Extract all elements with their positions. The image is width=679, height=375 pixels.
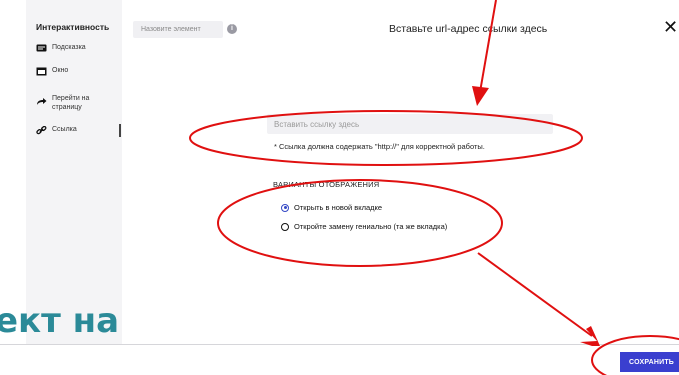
- arrow-forward-icon: [36, 97, 47, 106]
- option-label: Открыть в новой вкладке: [294, 203, 383, 212]
- option-new-tab[interactable]: Открыть в новой вкладке: [281, 203, 382, 212]
- annotation-arrow-top-line: [479, 0, 497, 93]
- slide-title-fragment: ект на: [0, 301, 120, 341]
- footer-divider: [0, 344, 679, 345]
- url-input[interactable]: Вставить ссылку здесь: [267, 114, 553, 134]
- info-icon[interactable]: i: [227, 24, 237, 34]
- option-label: Откройте замену гениально (та же вкладка…: [294, 222, 448, 231]
- sidebar-item-link[interactable]: Ссылка: [36, 125, 77, 135]
- save-button[interactable]: СОХРАНИТЬ: [620, 352, 679, 372]
- window-icon: [36, 67, 47, 76]
- annotation-arrow-save-line: [477, 252, 593, 337]
- annotation-arrow-save-head: [580, 326, 600, 346]
- display-options-label: ВАРИАНТЫ ОТОБРАЖЕНИЯ: [273, 180, 380, 189]
- sidebar-item-label: Окно: [52, 67, 69, 74]
- option-same-tab[interactable]: Откройте замену гениально (та же вкладка…: [281, 222, 447, 231]
- sidebar-item-label: Ссылка: [52, 126, 77, 133]
- panel-title: Интерактивность: [36, 22, 110, 32]
- sidebar-item-go-to-page[interactable]: Перейти на страницу: [36, 94, 96, 112]
- sidebar-item-window[interactable]: Окно: [36, 67, 68, 76]
- tooltip-icon: [36, 44, 47, 53]
- radio-unselected-icon[interactable]: [281, 222, 289, 231]
- link-icon: [36, 125, 47, 135]
- annotation-arrow-top-head: [472, 86, 489, 106]
- modal-title: Вставьте url-адрес ссылки здесь: [389, 23, 548, 35]
- panel-resize-handle[interactable]: [119, 124, 121, 137]
- element-name-input[interactable]: Назовите элемент: [133, 21, 223, 38]
- url-hint: * Ссылка должна содержать "http://" для …: [274, 142, 485, 151]
- sidebar-item-tooltip[interactable]: Подсказка: [36, 44, 86, 53]
- close-icon[interactable]: ✕: [663, 18, 678, 36]
- radio-selected-icon[interactable]: [281, 203, 289, 212]
- sidebar-item-label: Перейти на страницу: [52, 95, 90, 111]
- sidebar-item-label: Подсказка: [52, 44, 86, 51]
